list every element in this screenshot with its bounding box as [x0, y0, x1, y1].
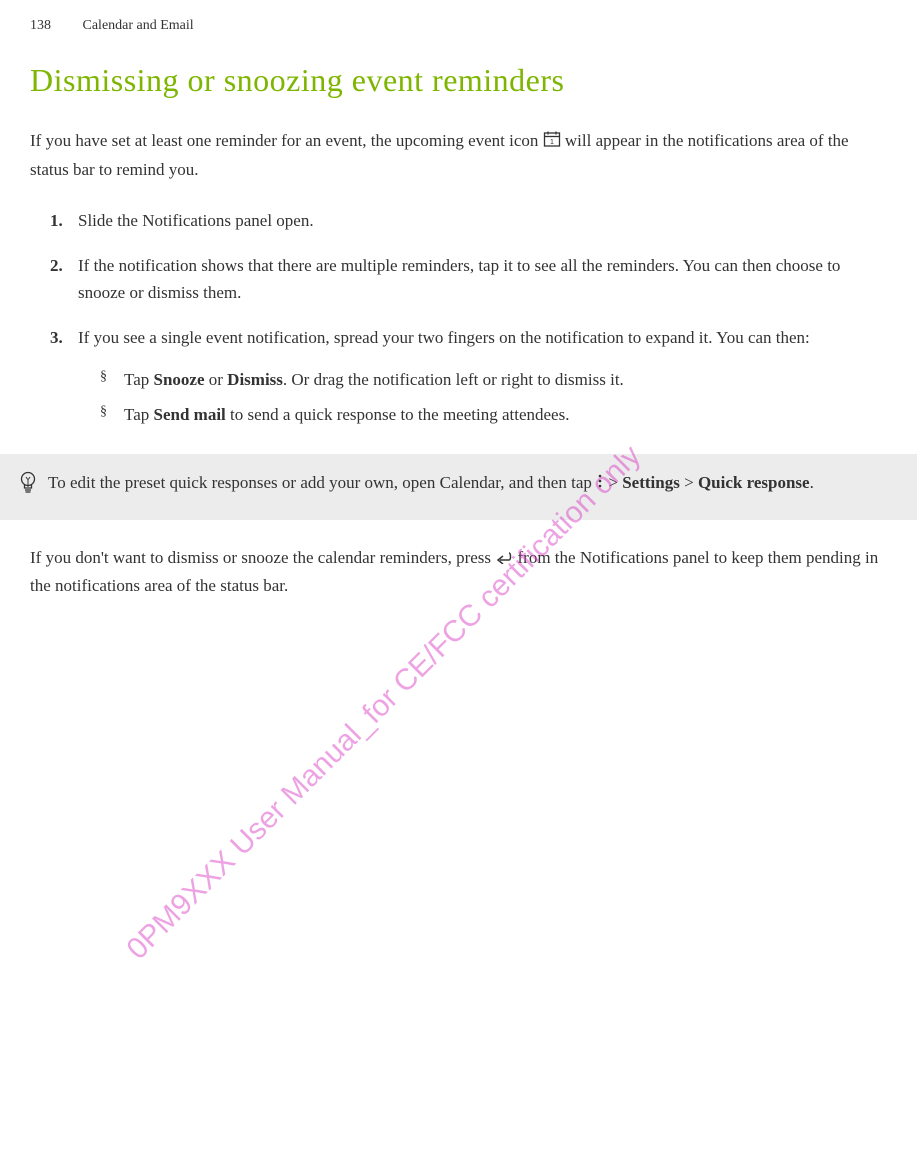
step-text: If the notification shows that there are… [78, 252, 887, 306]
bullet-item: § Tap Snooze or Dismiss. Or drag the not… [100, 366, 887, 393]
steps-list: 1. Slide the Notifications panel open. 2… [30, 207, 887, 436]
tip-text: To edit the preset quick responses or ad… [48, 470, 899, 504]
step-item: 2. If the notification shows that there … [50, 252, 887, 306]
page-number: 138 [30, 18, 51, 34]
bullet-marker: § [100, 366, 124, 393]
tip-icon-wrap [8, 470, 48, 504]
tip-box: To edit the preset quick responses or ad… [0, 454, 917, 520]
intro-text-1: If you have set at least one reminder fo… [30, 131, 543, 150]
bullet-content: Tap Snooze or Dismiss. Or drag the notif… [124, 366, 624, 393]
lightbulb-icon [18, 470, 38, 504]
step-item: 3. If you see a single event notificatio… [50, 324, 887, 436]
chapter-title: Calendar and Email [83, 18, 194, 34]
closing-paragraph: If you don't want to dismiss or snooze t… [30, 544, 887, 600]
intro-paragraph: If you have set at least one reminder fo… [30, 127, 887, 183]
bullet-content: Tap Send mail to send a quick response t… [124, 401, 569, 428]
sub-bullets: § Tap Snooze or Dismiss. Or drag the not… [78, 366, 887, 428]
step-number: 2. [50, 252, 78, 306]
step-text: Slide the Notifications panel open. [78, 207, 887, 234]
step-number: 1. [50, 207, 78, 234]
bullet-marker: § [100, 401, 124, 428]
step-text: If you see a single event notification, … [78, 324, 887, 436]
manual-page: 138 Calendar and Email Dismissing or sno… [0, 0, 917, 1163]
step-number: 3. [50, 324, 78, 436]
page-header: 138 Calendar and Email [30, 18, 887, 34]
main-heading: Dismissing or snoozing event reminders [30, 62, 887, 99]
bullet-item: § Tap Send mail to send a quick response… [100, 401, 887, 428]
watermark: 0PM9XXX User Manual_for CE/FCC certifica… [120, 447, 639, 966]
step-item: 1. Slide the Notifications panel open. [50, 207, 887, 234]
back-icon [495, 545, 513, 572]
svg-text:1: 1 [550, 139, 554, 146]
event-reminder-icon: 1 [543, 129, 561, 156]
overflow-menu-icon [596, 471, 604, 497]
step-3-text: If you see a single event notification, … [78, 328, 810, 347]
